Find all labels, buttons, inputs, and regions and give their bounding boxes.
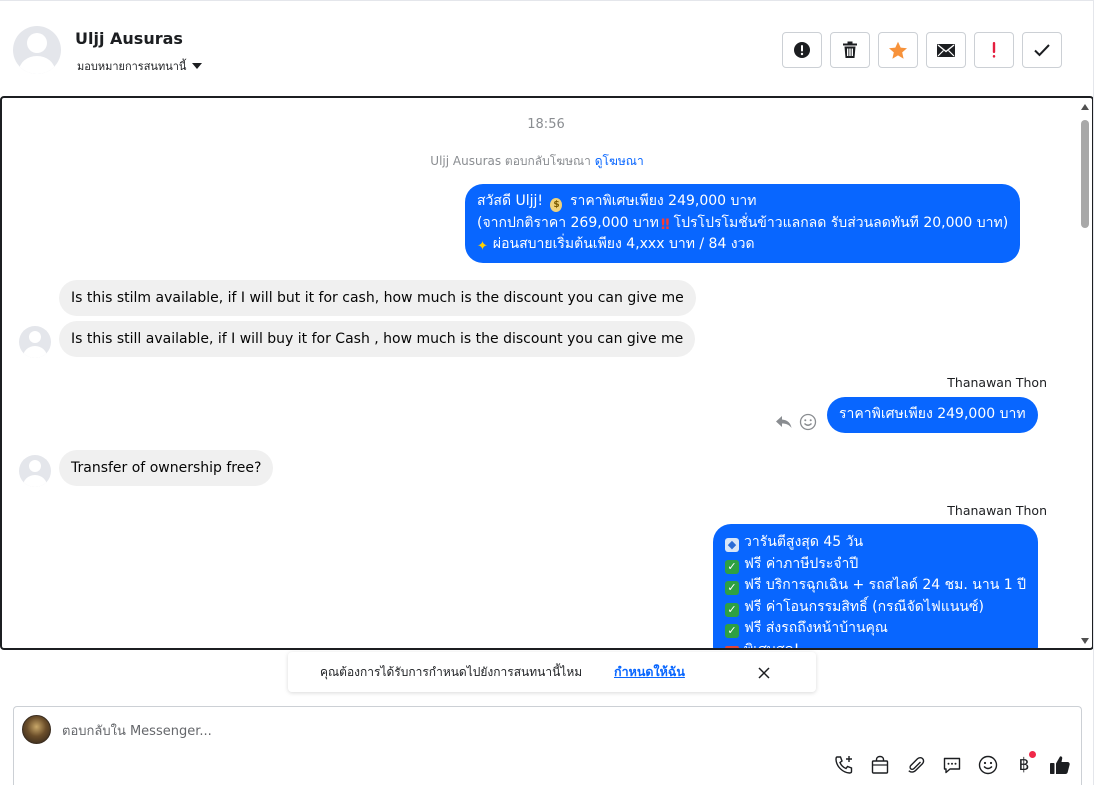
mark-unread-button[interactable] [926,32,966,68]
message-text: ราคาพิเศษเพียง 249,000 บาท [569,193,757,209]
message-line: ✦ ผ่อนสบายเริ่มต้นเพียง 4,xxx บาท / 84 งว… [477,234,1008,256]
mark-done-button[interactable] [1022,32,1062,68]
thread-scrollbar[interactable] [1080,104,1090,644]
call-add-icon[interactable] [832,753,856,777]
payment-baht-icon[interactable]: ฿ [1012,751,1036,777]
avatar-body-shape [19,56,55,74]
incoming-message[interactable]: Is this stilm available, if I will but i… [59,280,696,316]
check-box-icon: ✓ [725,559,739,574]
avatar-body-shape [23,346,47,358]
contact-avatar[interactable] [13,26,61,74]
outgoing-message-promo[interactable]: สวัสดี Uljj! $ ราคาพิเศษเพียง 249,000 บา… [465,184,1021,263]
message-line: ✓ ฟรี ค่าโอนกรรมสิทธิ์ (กรณีจัดไฟแนนซ์) [725,597,1026,619]
assign-prompt-banner: คุณต้องการได้รับการกำหนดไปยังการสนทนานี้… [288,652,816,692]
message-text: สวัสดี Uljj! [477,193,544,209]
assign-conversation-dropdown[interactable]: มอบหมายการสนทนานี้ [77,57,203,75]
message-timestamp: 18:56 [527,117,565,132]
notification-dot [1029,751,1036,758]
sparkles-icon: ✦ [477,239,488,254]
shield-icon: ◆ [725,538,739,552]
check-box-icon: ✓ [725,602,739,617]
message-thread[interactable]: 18:56 Uljj Ausuras ตอบกลับโฆษณา ดูโฆษณา … [0,96,1094,650]
agent-name: Thanawan Thon [947,375,1047,390]
message-line: (จากปกติราคา 269,000 บาท ‼ โปรโปรโมชั่นข้า… [477,213,1008,235]
assign-to-me-link[interactable]: กำหนดให้ฉัน [614,662,685,682]
envelope-icon [937,43,955,57]
ad-reply-text: Uljj Ausuras ตอบกลับโฆษณา [430,154,591,168]
gift-icon: ▪ [725,645,739,648]
message-line: ✓ ฟรี ค่าภาษีประจำปี [725,554,1026,576]
assign-prompt-text: คุณต้องการได้รับการกำหนดไปยังการสนทนานี้… [320,665,583,679]
exclamation-icon [992,42,996,58]
conversation-header: Uljj Ausuras มอบหมายการสนทนานี้ [0,0,1094,96]
sender-avatar[interactable] [19,326,51,358]
message-text: วารันตีสูงสุด 45 วัน [744,534,864,550]
message-text: โปรโปรโมชั่นข้าวแลกลด รับส่วนลดทันที 20,… [673,214,1009,231]
baht-symbol: ฿ [1018,755,1030,775]
message-text: พิเศษสุด! [744,641,800,650]
thumbs-up-icon[interactable] [1048,753,1072,777]
avatar-head-shape [29,331,41,343]
incoming-message[interactable]: Is this still available, if I will buy i… [59,321,696,357]
message-text: ผ่อนสบายเริ่มต้นเพียง 4,xxx บาท / 84 งวด [492,236,755,252]
message-line: สวัสดี Uljj! $ ราคาพิเศษเพียง 249,000 บา… [477,191,1008,213]
message-text: ฟรี ค่าโอนกรรมสิทธิ์ (กรณีจัดไฟแนนซ์) [744,598,984,615]
follow-up-button[interactable] [974,32,1014,68]
scroll-up-arrow-icon[interactable] [1081,104,1089,110]
header-actions [782,32,1062,68]
check-box-icon: ✓ [725,624,739,638]
reply-composer: ฿ [13,706,1082,785]
agent-name: Thanawan Thon [947,503,1047,518]
react-emoji-icon[interactable] [798,412,818,432]
message-hover-tools [774,412,818,432]
avatar-body-shape [23,475,47,487]
shopping-bag-icon[interactable] [868,753,892,777]
star-button[interactable] [878,32,918,68]
money-bag-icon: $ [550,198,563,212]
ad-reply-notice: Uljj Ausuras ตอบกลับโฆษณา ดูโฆษณา [2,152,1072,171]
message-line: ◆ วารันตีสูงสุด 45 วัน [725,532,1026,554]
composer-toolbar: ฿ [832,751,1072,777]
emoji-icon[interactable] [976,753,1000,777]
view-ad-link[interactable]: ดูโฆษณา [595,154,644,168]
message-text: ฟรี ค่าภาษีประจำปี [744,555,859,572]
reply-input[interactable] [62,721,762,741]
reply-icon[interactable] [774,412,794,432]
alert-circle-icon [794,42,810,58]
double-exclamation-icon: ‼ [660,216,670,233]
avatar-head-shape [29,460,41,472]
message-text: ฟรี บริการฉุกเฉิน + รถสไลด์ 24 ชม. นาน 1… [744,577,1026,593]
contact-name[interactable]: Uljj Ausuras [75,29,183,48]
message-line: ✓ ฟรี ส่งรถถึงหน้าบ้านคุณ [725,618,1026,640]
incoming-message[interactable]: Transfer of ownership free? [59,450,274,486]
message-line: ▪ พิเศษสุด! [725,640,1026,650]
message-text: (จากปกติราคา 269,000 บาท [477,214,659,231]
close-icon[interactable] [754,663,774,683]
scroll-thumb[interactable] [1081,120,1089,228]
check-box-icon: ✓ [725,581,739,595]
avatar-head-shape [27,33,47,53]
outgoing-message-benefits[interactable]: ◆ วารันตีสูงสุด 45 วัน ✓ ฟรี ค่าภาษีประจำป… [713,524,1038,650]
spam-report-button[interactable] [782,32,822,68]
delete-button[interactable] [830,32,870,68]
outgoing-message[interactable]: ราคาพิเศษเพียง 249,000 บาท [827,397,1038,433]
assign-label: มอบหมายการสนทนานี้ [77,60,187,73]
star-icon [889,41,907,59]
saved-replies-icon[interactable] [940,753,964,777]
trash-icon [843,41,857,58]
message-line: ✓ ฟรี บริการฉุกเฉิน + รถสไลด์ 24 ชม. นาน … [725,575,1026,597]
paperclip-icon[interactable] [904,753,928,777]
page-avatar [22,715,51,744]
caret-down-icon [192,63,203,69]
message-text: ฟรี ส่งรถถึงหน้าบ้านคุณ [744,620,888,636]
sender-avatar[interactable] [19,455,51,487]
scroll-down-arrow-icon[interactable] [1081,638,1089,644]
checkmark-icon [1034,44,1050,57]
right-panel-border [1093,0,1094,785]
